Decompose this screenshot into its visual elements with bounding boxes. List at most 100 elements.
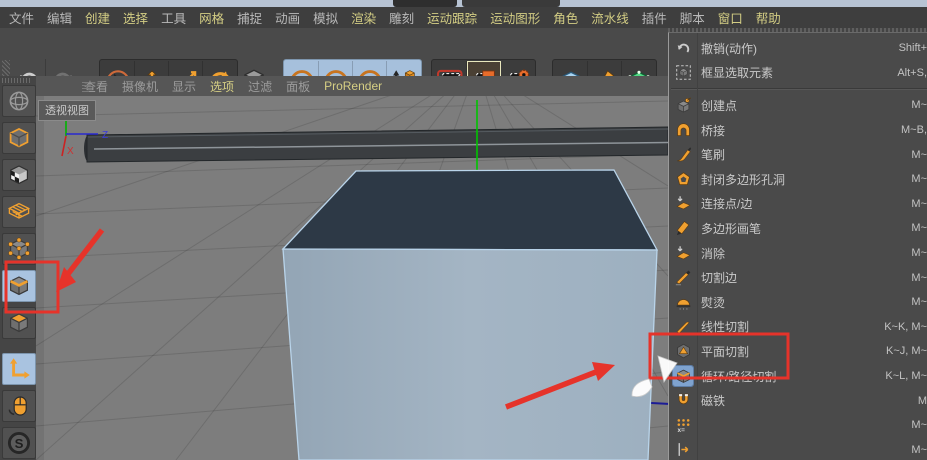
cube-points-icon [7, 237, 31, 261]
sidebar-tool-texture-mode[interactable] [2, 159, 36, 191]
menu-item-weld-points-edges[interactable]: 连接点/边 M~ [669, 192, 927, 217]
menu-item-cut-edge[interactable]: 切割边M~ [669, 265, 927, 290]
menubar-item-6[interactable]: 捕捉 [237, 8, 262, 27]
undo-arrow-icon [673, 38, 693, 58]
menu-item-polygon-pen[interactable]: 多边形画笔M~ [669, 216, 927, 241]
menu-item-shortcut: M~ [911, 296, 927, 308]
wire-sphere-icon [7, 89, 31, 113]
sidebar-drag-handle[interactable] [2, 78, 32, 83]
close-hole-icon [673, 169, 693, 189]
menu-item-label: 框显选取元素 [701, 64, 773, 81]
menu-item-label: 消除 [701, 245, 725, 262]
cube-outline-icon [7, 126, 31, 150]
viewport-canvas[interactable]: Z X [36, 96, 668, 460]
menubar-item-2[interactable]: 创建 [85, 8, 110, 27]
mode-sidebar: S [0, 76, 36, 460]
menu-item-dissolve[interactable]: 消除 M~ [669, 241, 927, 266]
dots-grid-icon: x= [675, 417, 692, 434]
menu-item-label: 切割边 [701, 269, 737, 286]
sidebar-tool-points-mode[interactable] [2, 233, 36, 265]
menu-item-shortcut: M~ [911, 444, 927, 456]
viewport[interactable]: Z X 透视视图 [36, 96, 668, 460]
menubar-item-11[interactable]: 运动跟踪 [427, 8, 477, 27]
viewport-view-label[interactable]: 透视视图 [38, 100, 96, 121]
sidebar-tool-workplane-mode[interactable] [2, 196, 36, 228]
menubar-item-16[interactable]: 脚本 [680, 8, 705, 27]
viewport-menu-handle[interactable] [82, 80, 89, 92]
menu-separator [671, 88, 927, 90]
menu-item-line-cut[interactable]: 线性切割K~K, M~ [669, 315, 927, 340]
create-point-icon [673, 95, 693, 115]
menu-item-loop-path-cut[interactable]: 循环/路径切割K~L, M~ [669, 364, 927, 389]
menu-item-set-point-value[interactable]: x= M~ [669, 413, 927, 438]
menu-item-magnet[interactable]: 磁铁 M [669, 388, 927, 413]
viewport-menu-item-3[interactable]: 选项 [210, 78, 234, 95]
viewport-menu-item-4[interactable]: 过滤 [248, 78, 272, 95]
axis-z-label: Z [102, 130, 108, 141]
menu-item-label: 连接点/边 [701, 195, 752, 212]
menu-item-shortcut: M [918, 395, 927, 407]
sidebar-tool-mouse-input[interactable] [2, 390, 36, 422]
sidebar-tool-snap-settings[interactable]: S [2, 427, 36, 459]
cut-edge-icon [675, 269, 692, 286]
create-point-icon [675, 97, 692, 114]
menu-item-label: 创建点 [701, 97, 737, 114]
viewport-menu-item-6[interactable]: ProRender [324, 79, 382, 93]
menubar-item-8[interactable]: 模拟 [313, 8, 338, 27]
sidebar-tool-polygon-mode[interactable] [2, 307, 36, 339]
menubar-item-14[interactable]: 流水线 [591, 8, 629, 27]
menu-item-create-point[interactable]: 创建点M~ [669, 93, 927, 118]
line-cut-icon [675, 318, 692, 335]
menu-item-shortcut: M~ [911, 198, 927, 210]
menubar-item-4[interactable]: 工具 [161, 8, 186, 27]
menubar-item-15[interactable]: 插件 [642, 8, 667, 27]
iron-icon [675, 294, 692, 311]
menu-item-close-polygon-hole[interactable]: 封闭多边形孔洞M~ [669, 167, 927, 192]
menu-item-label: 线性切割 [701, 318, 749, 335]
menu-item-shortcut: M~ [911, 247, 927, 259]
menu-item-undo-action[interactable]: 撤销(动作)Shift+ [669, 36, 927, 61]
menu-item-select-frame-elements[interactable]: 框显选取元素Alt+S, [669, 61, 927, 86]
slide-icon [675, 441, 692, 458]
cinema4d-window: 文件编辑创建选择工具网格捕捉动画模拟渲染雕刻运动跟踪运动图形角色流水线插件脚本窗… [0, 0, 927, 460]
menu-item-label: 磁铁 [701, 392, 725, 409]
menu-item-label: 桥接 [701, 122, 725, 139]
svg-text:x=: x= [677, 427, 685, 434]
menubar-item-0[interactable]: 文件 [9, 8, 34, 27]
menu-item-shortcut: K~J, M~ [886, 345, 927, 357]
menu-item-label: 笔刷 [701, 146, 725, 163]
menubar-item-7[interactable]: 动画 [275, 8, 300, 27]
viewport-menu-item-1[interactable]: 摄像机 [122, 78, 158, 95]
sidebar-tool-enable-axis[interactable] [2, 353, 36, 385]
menubar-item-9[interactable]: 渲染 [351, 8, 376, 27]
menubar-item-12[interactable]: 运动图形 [490, 8, 540, 27]
undo-arrow-icon [675, 40, 692, 57]
viewport-menu-item-5[interactable]: 面板 [286, 78, 310, 95]
cube-object[interactable] [283, 170, 657, 460]
dots-grid-icon: x= [673, 415, 693, 435]
menu-item-plane-cut[interactable]: 平面切割 K~J, M~ [669, 339, 927, 364]
menubar-item-3[interactable]: 选择 [123, 8, 148, 27]
sidebar-tool-edge-mode[interactable] [2, 270, 36, 302]
menu-item-bridge[interactable]: 桥接M~B, [669, 118, 927, 143]
line-cut-icon [673, 317, 693, 337]
sidebar-tool-model-mode[interactable] [2, 122, 36, 154]
cut-edge-icon [673, 268, 693, 288]
menu-item-iron[interactable]: 熨烫M~ [669, 290, 927, 315]
menu-item-brush[interactable]: 笔刷M~ [669, 142, 927, 167]
menubar-item-1[interactable]: 编辑 [47, 8, 72, 27]
menu-item-shortcut: M~ [911, 419, 927, 431]
menu-item-slide[interactable]: M~ [669, 438, 927, 460]
close-hole-icon [675, 171, 692, 188]
slide-icon [673, 440, 693, 460]
loop-cut-icon [673, 366, 693, 386]
menubar-item-10[interactable]: 雕刻 [389, 8, 414, 27]
menubar-item-17[interactable]: 窗口 [718, 8, 743, 27]
menubar-item-5[interactable]: 网格 [199, 8, 224, 27]
sidebar-tool-make-editable[interactable] [2, 85, 36, 117]
menubar-item-13[interactable]: 角色 [553, 8, 578, 27]
magnet-icon [675, 392, 692, 409]
menubar-item-18[interactable]: 帮助 [756, 8, 781, 27]
menu-item-label: 平面切割 [701, 343, 749, 360]
viewport-menu-item-2[interactable]: 显示 [172, 78, 196, 95]
